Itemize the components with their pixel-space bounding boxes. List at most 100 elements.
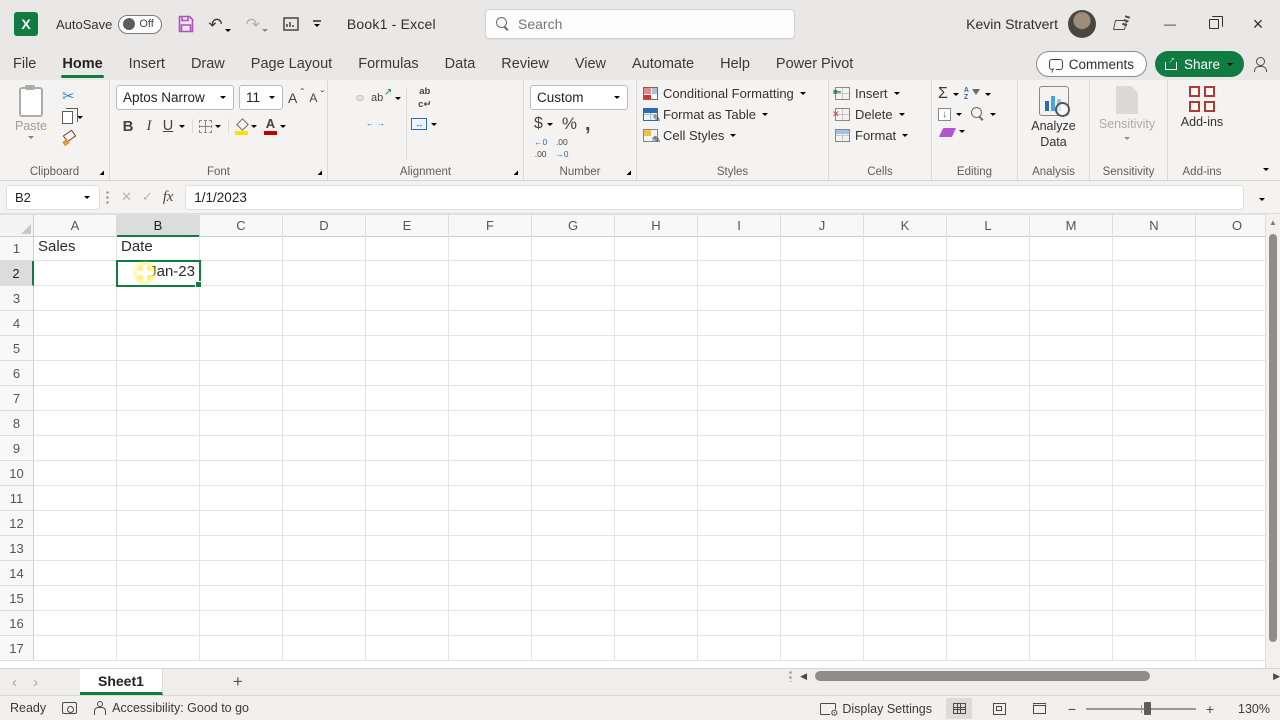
tab-help[interactable]: Help: [707, 48, 763, 80]
align-left-button[interactable]: [334, 116, 342, 122]
cell-F4[interactable]: [449, 311, 532, 336]
chevron-down-icon[interactable]: [989, 112, 997, 117]
cell-H9[interactable]: [615, 436, 698, 461]
cell-K4[interactable]: [864, 311, 947, 336]
cell-I2[interactable]: [698, 261, 781, 286]
cell-E11[interactable]: [366, 486, 449, 511]
align-center-button[interactable]: [345, 116, 353, 122]
cell-J2[interactable]: [781, 261, 864, 286]
number-dialog-launcher[interactable]: [623, 167, 633, 177]
excel-logo-icon[interactable]: X: [14, 12, 38, 36]
clear-button[interactable]: [938, 126, 957, 137]
cell-J1[interactable]: [781, 236, 864, 261]
cell-F2[interactable]: [449, 261, 532, 286]
cell-B13[interactable]: [117, 536, 200, 561]
cell-A13[interactable]: [34, 536, 117, 561]
row-header-13[interactable]: 13: [0, 536, 34, 561]
cancel-button[interactable]: ✕: [121, 189, 132, 205]
cell-L11[interactable]: [947, 486, 1030, 511]
print-preview-icon[interactable]: [283, 16, 299, 32]
cell-H10[interactable]: [615, 461, 698, 486]
cell-F5[interactable]: [449, 336, 532, 361]
add-ins-button[interactable]: Add-ins: [1174, 85, 1230, 162]
row-header-6[interactable]: 6: [0, 361, 34, 386]
cell-F10[interactable]: [449, 461, 532, 486]
cell-C2[interactable]: [200, 261, 283, 286]
name-box[interactable]: B2: [6, 184, 100, 210]
cell-E1[interactable]: [366, 236, 449, 261]
cell-J12[interactable]: [781, 511, 864, 536]
cell-E15[interactable]: [366, 586, 449, 611]
cell-M2[interactable]: [1030, 261, 1113, 286]
cell-K8[interactable]: [864, 411, 947, 436]
cell-G1[interactable]: [532, 236, 615, 261]
formula-input[interactable]: 1/1/2023: [185, 184, 1244, 210]
chevron-down-icon[interactable]: [250, 124, 258, 129]
chevron-down-icon[interactable]: [955, 112, 963, 117]
cell-G2[interactable]: [532, 261, 615, 286]
cell-I8[interactable]: [698, 411, 781, 436]
cell-E9[interactable]: [366, 436, 449, 461]
cell-G17[interactable]: [532, 636, 615, 661]
cell-L15[interactable]: [947, 586, 1030, 611]
wrap-text-button[interactable]: ab c↵: [411, 87, 438, 109]
cell-L17[interactable]: [947, 636, 1030, 661]
cell-J10[interactable]: [781, 461, 864, 486]
accessibility-status[interactable]: Accessibility: Good to go: [93, 701, 249, 715]
cell-J15[interactable]: [781, 586, 864, 611]
column-header-B[interactable]: B: [117, 215, 200, 237]
format-cells-button[interactable]: Format: [835, 128, 909, 143]
conditional-formatting-button[interactable]: Conditional Formatting: [643, 86, 807, 101]
column-header-M[interactable]: M: [1030, 215, 1113, 237]
autosave-toggle[interactable]: Off: [118, 14, 163, 34]
cell-K2[interactable]: [864, 261, 947, 286]
cell-B6[interactable]: [117, 361, 200, 386]
zoom-slider[interactable]: [1086, 702, 1196, 715]
cell-A2[interactable]: [34, 261, 117, 286]
insert-function-button[interactable]: fx: [163, 189, 173, 206]
cell-I10[interactable]: [698, 461, 781, 486]
horizontal-scrollbar[interactable]: [815, 671, 1265, 681]
cell-F6[interactable]: [449, 361, 532, 386]
find-select-button[interactable]: [971, 107, 985, 121]
tab-insert[interactable]: Insert: [116, 48, 178, 80]
merge-center-button[interactable]: ↔: [411, 118, 438, 130]
horizontal-scroll-thumb[interactable]: [815, 671, 1151, 681]
cell-A3[interactable]: [34, 286, 117, 311]
row-header-15[interactable]: 15: [0, 586, 34, 611]
cell-M11[interactable]: [1030, 486, 1113, 511]
cell-styles-button[interactable]: Cell Styles: [643, 128, 807, 146]
cell-B16[interactable]: [117, 611, 200, 636]
cell-H5[interactable]: [615, 336, 698, 361]
column-header-N[interactable]: N: [1113, 215, 1196, 237]
h-scroll-right-button[interactable]: ▶: [1273, 671, 1280, 682]
cell-C10[interactable]: [200, 461, 283, 486]
tab-automate[interactable]: Automate: [619, 48, 707, 80]
cell-D15[interactable]: [283, 586, 366, 611]
cell-I13[interactable]: [698, 536, 781, 561]
tab-file[interactable]: File: [0, 48, 49, 80]
cell-B3[interactable]: [117, 286, 200, 311]
cell-B9[interactable]: [117, 436, 200, 461]
cell-C11[interactable]: [200, 486, 283, 511]
chevron-down-icon[interactable]: [279, 124, 287, 129]
column-header-G[interactable]: G: [532, 215, 615, 237]
cell-C6[interactable]: [200, 361, 283, 386]
cell-N17[interactable]: [1113, 636, 1196, 661]
macro-record-icon[interactable]: [62, 702, 78, 714]
row-header-11[interactable]: 11: [0, 486, 34, 511]
cell-F7[interactable]: [449, 386, 532, 411]
cell-N6[interactable]: [1113, 361, 1196, 386]
sensitivity-button[interactable]: Sensitivity: [1096, 85, 1158, 162]
cell-K11[interactable]: [864, 486, 947, 511]
cell-E5[interactable]: [366, 336, 449, 361]
column-header-J[interactable]: J: [781, 215, 864, 237]
column-header-E[interactable]: E: [366, 215, 449, 237]
format-painter-button[interactable]: [62, 131, 76, 145]
tab-review[interactable]: Review: [488, 48, 562, 80]
cell-E7[interactable]: [366, 386, 449, 411]
drag-handle-icon[interactable]: [106, 190, 109, 204]
cell-D17[interactable]: [283, 636, 366, 661]
row-header-10[interactable]: 10: [0, 461, 34, 486]
cell-M6[interactable]: [1030, 361, 1113, 386]
